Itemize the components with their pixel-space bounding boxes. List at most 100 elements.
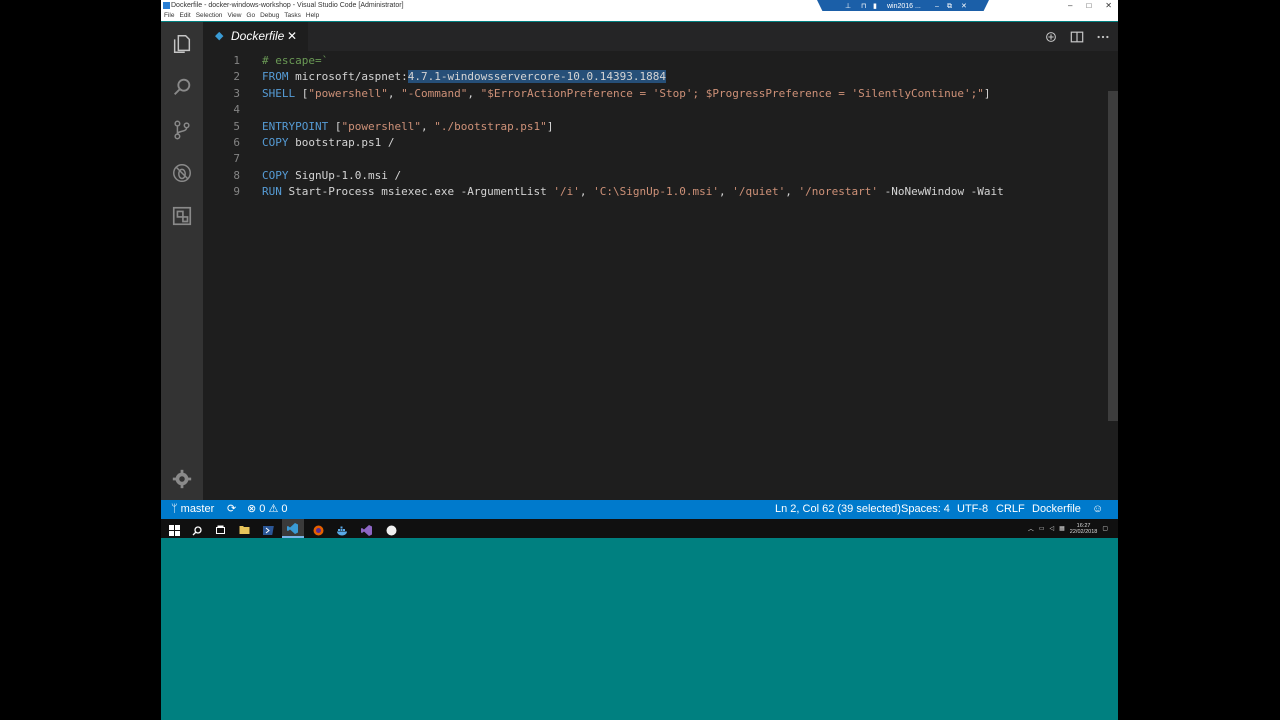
menu-debug[interactable]: Debug <box>260 11 279 21</box>
taskbar-search-icon[interactable] <box>192 523 203 536</box>
visual-studio-icon[interactable] <box>361 523 372 536</box>
code-line[interactable]: 1 # escape=` <box>203 53 1108 69</box>
code-token: SignUp-1.0.msi / <box>288 168 402 182</box>
code-line[interactable]: 9 RUN Start-Process msiexec.exe -Argument… <box>203 184 1108 200</box>
editor-actions <box>1044 22 1110 51</box>
sync-icon[interactable]: ⟳ <box>227 500 236 519</box>
code-token: RUN <box>262 185 282 199</box>
vscode-app-icon <box>163 2 170 9</box>
tab-bar: ◆ Dockerfile ✕ <box>203 22 1118 51</box>
close-window-button[interactable]: ✕ <box>1105 0 1112 11</box>
vscode-taskbar-button[interactable] <box>282 519 304 538</box>
line-number: 5 <box>233 119 240 133</box>
window-controls: – □ ✕ <box>1068 0 1112 11</box>
code-line[interactable]: 3 SHELL ["powershell", "-Command", "$Erro… <box>203 86 1108 102</box>
language-mode[interactable]: Dockerfile <box>1032 500 1081 519</box>
problems-indicator[interactable]: ⊗ 0 ⚠ 0 <box>247 500 288 519</box>
tab-close-icon[interactable]: ✕ <box>287 22 297 51</box>
code-token: "$ErrorActionPreference = 'Stop'; $Progr… <box>480 86 984 100</box>
code-token: ] <box>983 86 991 100</box>
menu-go[interactable]: Go <box>246 11 255 21</box>
notifications-icon[interactable]: ▢ <box>1102 525 1108 532</box>
tray-clock[interactable]: 16:27 22/02/2018 <box>1070 523 1098 535</box>
code-token: "powershell" <box>341 119 421 133</box>
code-line[interactable]: 4 <box>203 102 1108 118</box>
code-line[interactable]: 2 FROM microsoft/aspnet:4.7.1-windowsserv… <box>203 69 1108 85</box>
tray-expand-icon[interactable]: ︿ <box>1028 524 1034 533</box>
keyboard-icon[interactable]: ▦ <box>1059 525 1065 532</box>
code-token: , <box>467 86 481 100</box>
volume-icon[interactable]: ◁ <box>1050 525 1055 532</box>
warning-icon: ⚠ <box>268 503 282 515</box>
line-number: 9 <box>233 185 240 199</box>
activity-bar <box>161 22 203 500</box>
code-token: '/quiet' <box>732 185 786 199</box>
search-icon[interactable] <box>171 76 193 98</box>
extensions-icon[interactable] <box>171 205 193 227</box>
line-number: 2 <box>233 70 240 84</box>
code-token: , <box>719 185 733 199</box>
line-ending[interactable]: CRLF <box>996 500 1025 519</box>
firefox-icon[interactable] <box>313 523 324 536</box>
menu-help[interactable]: Help <box>306 11 319 21</box>
git-branch[interactable]: ᛘ master <box>171 500 214 519</box>
menu-tasks[interactable]: Tasks <box>284 11 301 21</box>
files-icon[interactable] <box>171 33 193 55</box>
indentation[interactable]: Spaces: 4 <box>901 500 950 519</box>
editor-scrollbar[interactable] <box>1108 51 1118 500</box>
docker-icon[interactable] <box>337 523 348 536</box>
code-line[interactable]: 7 <box>203 151 1108 167</box>
menu-selection[interactable]: Selection <box>196 11 223 21</box>
window-title: Dockerfile - docker-windows-workshop - V… <box>171 2 404 9</box>
code-editor[interactable]: 1 # escape=` 2 FROM microsoft/aspnet:4.7.1-… <box>203 53 1108 201</box>
line-text: COPY SignUp-1.0.msi / <box>262 168 401 184</box>
menu-bar: File Edit Selection View Go Debug Tasks … <box>161 11 1118 21</box>
code-token: , <box>387 86 402 100</box>
maximize-button[interactable]: □ <box>1086 0 1091 11</box>
code-token: Start-Process msiexec.exe -ArgumentList <box>281 185 554 199</box>
task-view-icon[interactable] <box>215 523 226 534</box>
error-count: 0 <box>259 503 266 515</box>
code-token: -NoNewWindow -Wait <box>877 185 1004 199</box>
code-token: # escape=` <box>262 54 329 67</box>
code-token: [ <box>328 119 342 133</box>
code-token: , <box>785 185 799 199</box>
code-token: SHELL <box>262 86 296 100</box>
gear-icon[interactable] <box>171 468 193 490</box>
warning-count: 0 <box>281 503 288 515</box>
file-explorer-icon[interactable] <box>239 523 250 534</box>
powershell-icon[interactable] <box>261 523 274 535</box>
line-number: 8 <box>233 168 240 182</box>
encoding[interactable]: UTF-8 <box>957 500 988 519</box>
network-icon[interactable]: ▭ <box>1039 525 1045 532</box>
line-text: COPY bootstrap.ps1 / <box>262 135 394 151</box>
menu-view[interactable]: View <box>227 11 241 21</box>
tab-label: Dockerfile <box>231 29 285 43</box>
code-line[interactable]: 6 COPY bootstrap.ps1 / <box>203 135 1108 151</box>
feedback-smiley-icon[interactable]: ☺ <box>1092 500 1103 519</box>
scrollbar-thumb[interactable] <box>1108 91 1118 421</box>
tab-dockerfile[interactable]: ◆ Dockerfile ✕ <box>203 22 308 51</box>
code-line[interactable]: 8 COPY SignUp-1.0.msi / <box>203 168 1108 184</box>
app-circle-icon[interactable] <box>386 523 397 536</box>
source-control-icon[interactable] <box>171 119 193 141</box>
debug-icon[interactable] <box>171 162 193 184</box>
selected-text: 4.7.1-windowsservercore-10.0.14393.1884 <box>407 70 666 84</box>
line-number: 1 <box>233 54 240 67</box>
line-number: 4 <box>233 103 240 117</box>
code-token: microsoft/aspnet: <box>288 70 408 84</box>
code-token: '/norestart' <box>798 185 878 199</box>
menu-edit[interactable]: Edit <box>179 11 190 21</box>
menu-file[interactable]: File <box>164 11 174 21</box>
branch-name: master <box>180 503 215 515</box>
open-changes-icon[interactable] <box>1044 30 1058 44</box>
line-number: 6 <box>233 135 240 149</box>
code-line[interactable]: 5 ENTRYPOINT ["powershell", "./bootstrap.… <box>203 119 1108 135</box>
code-token: ENTRYPOINT <box>262 119 329 133</box>
start-icon[interactable] <box>169 523 180 536</box>
more-actions-icon[interactable] <box>1096 30 1110 44</box>
line-text: SHELL ["powershell", "-Command", "$Error… <box>262 86 991 102</box>
split-editor-icon[interactable] <box>1070 30 1084 44</box>
minimize-button[interactable]: – <box>1068 0 1072 11</box>
cursor-position[interactable]: Ln 2, Col 62 (39 selected) <box>775 500 901 519</box>
